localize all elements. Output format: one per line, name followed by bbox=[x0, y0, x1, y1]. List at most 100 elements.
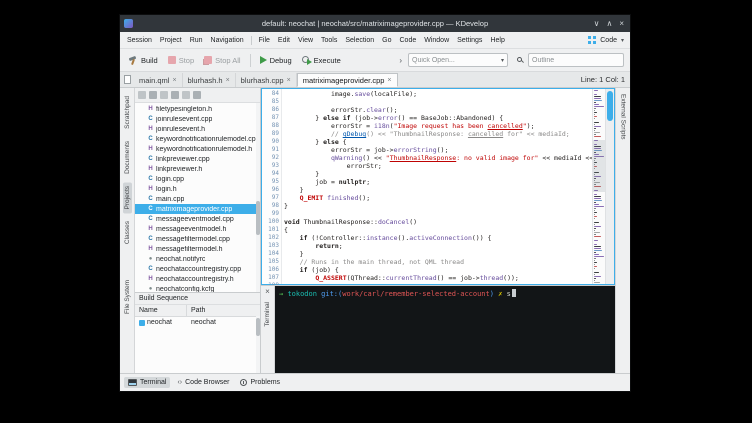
close-icon[interactable]: × bbox=[265, 288, 270, 296]
tab-close-icon[interactable]: × bbox=[287, 77, 291, 84]
dock-item-projects[interactable]: Projects bbox=[122, 181, 132, 214]
tree-item-login-h[interactable]: Hlogin.h bbox=[135, 184, 260, 194]
file-name: messagefiltermodel.h bbox=[156, 245, 223, 253]
build-sequence-scrollbar-thumb[interactable] bbox=[256, 318, 260, 336]
tree-item-messagefiltermodel-cpp[interactable]: Cmessagefiltermodel.cpp bbox=[135, 234, 260, 244]
tree-scrollbar[interactable] bbox=[256, 103, 260, 292]
execute-icon bbox=[301, 55, 312, 65]
tab-close-icon[interactable]: × bbox=[387, 77, 391, 84]
quick-open-field[interactable]: ▾ bbox=[408, 53, 508, 67]
tree-item-neochatconfig-kcfg[interactable]: ● neochatconfig.kcfg bbox=[135, 284, 260, 293]
statusbar-problems-button[interactable]: Problems bbox=[236, 377, 284, 388]
menu-settings[interactable]: Settings bbox=[453, 37, 486, 44]
close-icon[interactable]: × bbox=[619, 19, 624, 28]
statusbar-code-browser-button[interactable]: ‹› Code Browser bbox=[173, 377, 233, 388]
dock-item-documents[interactable]: Documents bbox=[123, 137, 132, 178]
menu-help[interactable]: Help bbox=[486, 37, 508, 44]
tab-close-icon[interactable]: × bbox=[172, 77, 176, 84]
tree-item-messageeventmodel-cpp[interactable]: Cmessageeventmodel.cpp bbox=[135, 214, 260, 224]
minimap-line bbox=[594, 234, 597, 235]
stop-button[interactable]: Stop bbox=[164, 54, 198, 67]
tree-item-keywordnotificationrulemodel-cpp[interactable]: Ckeywordnotificationrulemodel.cpp bbox=[135, 134, 260, 144]
quick-open-input[interactable] bbox=[412, 56, 501, 64]
file-name: messageeventmodel.cpp bbox=[156, 215, 234, 223]
tree-item-joinrulesevent-h[interactable]: Hjoinrulesevent.h bbox=[135, 124, 260, 134]
tab-blurhash-h[interactable]: blurhash.h × bbox=[183, 73, 236, 87]
dock-item-classes[interactable]: Classes bbox=[123, 217, 132, 248]
tree-item-neochataccountregistry-h[interactable]: Hneochataccountregistry.h bbox=[135, 274, 260, 284]
projects-toolbar-button[interactable] bbox=[149, 91, 157, 99]
minimap-line bbox=[594, 252, 596, 253]
tree-item-neochat-notifyrc[interactable]: ● neochat.notifyrc bbox=[135, 254, 260, 264]
tree-item-main-cpp[interactable]: Cmain.cpp bbox=[135, 194, 260, 204]
dock-item-external-scripts[interactable]: External Scripts bbox=[620, 94, 627, 140]
menu-file[interactable]: File bbox=[255, 37, 274, 44]
tab-main-qml[interactable]: main.qml × bbox=[134, 73, 183, 87]
menu-run[interactable]: Run bbox=[186, 37, 207, 44]
tab-blurhash-cpp[interactable]: blurhash.cpp × bbox=[236, 73, 297, 87]
build-button[interactable]: Build bbox=[124, 54, 162, 67]
menu-go[interactable]: Go bbox=[378, 37, 395, 44]
projects-panel: Hfiletypesingleton.h Cjoinrulesevent.cpp H… bbox=[135, 88, 261, 373]
tree-item-filetypesingleton-h[interactable]: Hfiletypesingleton.h bbox=[135, 104, 260, 114]
minimize-icon[interactable]: ∨ bbox=[594, 19, 600, 28]
titlebar[interactable]: default: neochat | neochat/src/matrixima… bbox=[120, 15, 630, 32]
projects-toolbar-button[interactable] bbox=[160, 91, 168, 99]
column-header-name[interactable]: Name bbox=[135, 305, 187, 316]
editor-scrollbar-thumb[interactable] bbox=[607, 91, 613, 121]
debug-button[interactable]: Debug bbox=[256, 54, 296, 67]
file-icon: H bbox=[148, 226, 153, 232]
tree-scrollbar-thumb[interactable] bbox=[256, 201, 260, 236]
column-header-path[interactable]: Path bbox=[187, 305, 205, 316]
minimap[interactable] bbox=[592, 89, 605, 284]
tab-matriximageprovider-cpp[interactable]: matriximageprovider.cpp × bbox=[296, 73, 398, 87]
tree-item-neochataccountregistry-cpp[interactable]: Cneochataccountregistry.cpp bbox=[135, 264, 260, 274]
menu-navigation[interactable]: Navigation bbox=[207, 37, 248, 44]
projects-toolbar-button[interactable] bbox=[171, 91, 179, 99]
menu-window[interactable]: Window bbox=[420, 37, 453, 44]
tree-item-linkpreviewer-h[interactable]: Hlinkpreviewer.h bbox=[135, 164, 260, 174]
code-editor[interactable]: 84 85 86 87 88 89 90 91 92 93 94 95 96 97 98 99 100 101 10… bbox=[261, 88, 615, 289]
area-selector[interactable]: Code bbox=[600, 37, 617, 44]
menu-session[interactable]: Session bbox=[123, 37, 156, 44]
tree-item-messagefiltermodel-h[interactable]: Hmessagefiltermodel.h bbox=[135, 244, 260, 254]
terminal[interactable]: → tokodon git:(work/carl/remember-select… bbox=[275, 286, 615, 373]
stop-all-button[interactable]: Stop All bbox=[200, 54, 244, 67]
outline-input[interactable] bbox=[532, 56, 620, 64]
toolbar-overflow-chevron-icon[interactable]: › bbox=[397, 56, 404, 65]
minimap-viewport[interactable] bbox=[593, 139, 605, 192]
menu-selection[interactable]: Selection bbox=[341, 37, 378, 44]
dock-item-file-system[interactable]: File System bbox=[123, 276, 132, 318]
menu-tools[interactable]: Tools bbox=[317, 37, 341, 44]
execute-button[interactable]: Execute bbox=[298, 54, 345, 67]
tab-close-icon[interactable]: × bbox=[226, 77, 230, 84]
outline-field[interactable] bbox=[528, 53, 624, 67]
menu-separator bbox=[250, 35, 252, 45]
menu-view[interactable]: View bbox=[294, 37, 317, 44]
maximize-icon[interactable]: ∧ bbox=[606, 19, 612, 28]
menu-edit[interactable]: Edit bbox=[274, 37, 294, 44]
minimap-line bbox=[594, 210, 596, 211]
tree-item-matriximageprovider-cpp[interactable]: Cmatriximageprovider.cpp bbox=[135, 204, 260, 214]
code-area[interactable]: image.save(localFile); errorStr.clear();… bbox=[282, 89, 592, 284]
tree-item-linkpreviewer-cpp[interactable]: Clinkpreviewer.cpp bbox=[135, 154, 260, 164]
projects-toolbar-button[interactable] bbox=[193, 91, 201, 99]
tree-item-messageeventmodel-h[interactable]: Hmessageeventmodel.h bbox=[135, 224, 260, 234]
build-sequence-row[interactable]: neochat neochat bbox=[135, 317, 260, 328]
tree-item-joinrulesevent-cpp[interactable]: Cjoinrulesevent.cpp bbox=[135, 114, 260, 124]
tree-item-login-cpp[interactable]: Clogin.cpp bbox=[135, 174, 260, 184]
activities-grid-icon[interactable] bbox=[588, 36, 596, 44]
dock-item-scratchpad[interactable]: Scratchpad bbox=[123, 92, 132, 133]
build-sequence-scrollbar[interactable] bbox=[256, 316, 260, 373]
editor-scrollbar[interactable] bbox=[605, 89, 614, 284]
terminal-toolview-label[interactable]: Terminal bbox=[264, 302, 271, 327]
project-tree-rows: Hfiletypesingleton.h Cjoinrulesevent.cpp H… bbox=[135, 104, 260, 292]
tree-item-keywordnotificationrulemodel-h[interactable]: Hkeywordnotificationrulemodel.h bbox=[135, 144, 260, 154]
line-number: 90 bbox=[271, 138, 279, 145]
projects-toolbar-button[interactable] bbox=[138, 91, 146, 99]
menu-project[interactable]: Project bbox=[156, 37, 186, 44]
menu-code[interactable]: Code bbox=[396, 37, 421, 44]
document-list-icon[interactable] bbox=[124, 75, 131, 84]
projects-toolbar-button[interactable] bbox=[182, 91, 190, 99]
statusbar-terminal-button[interactable]: Terminal bbox=[124, 377, 171, 388]
